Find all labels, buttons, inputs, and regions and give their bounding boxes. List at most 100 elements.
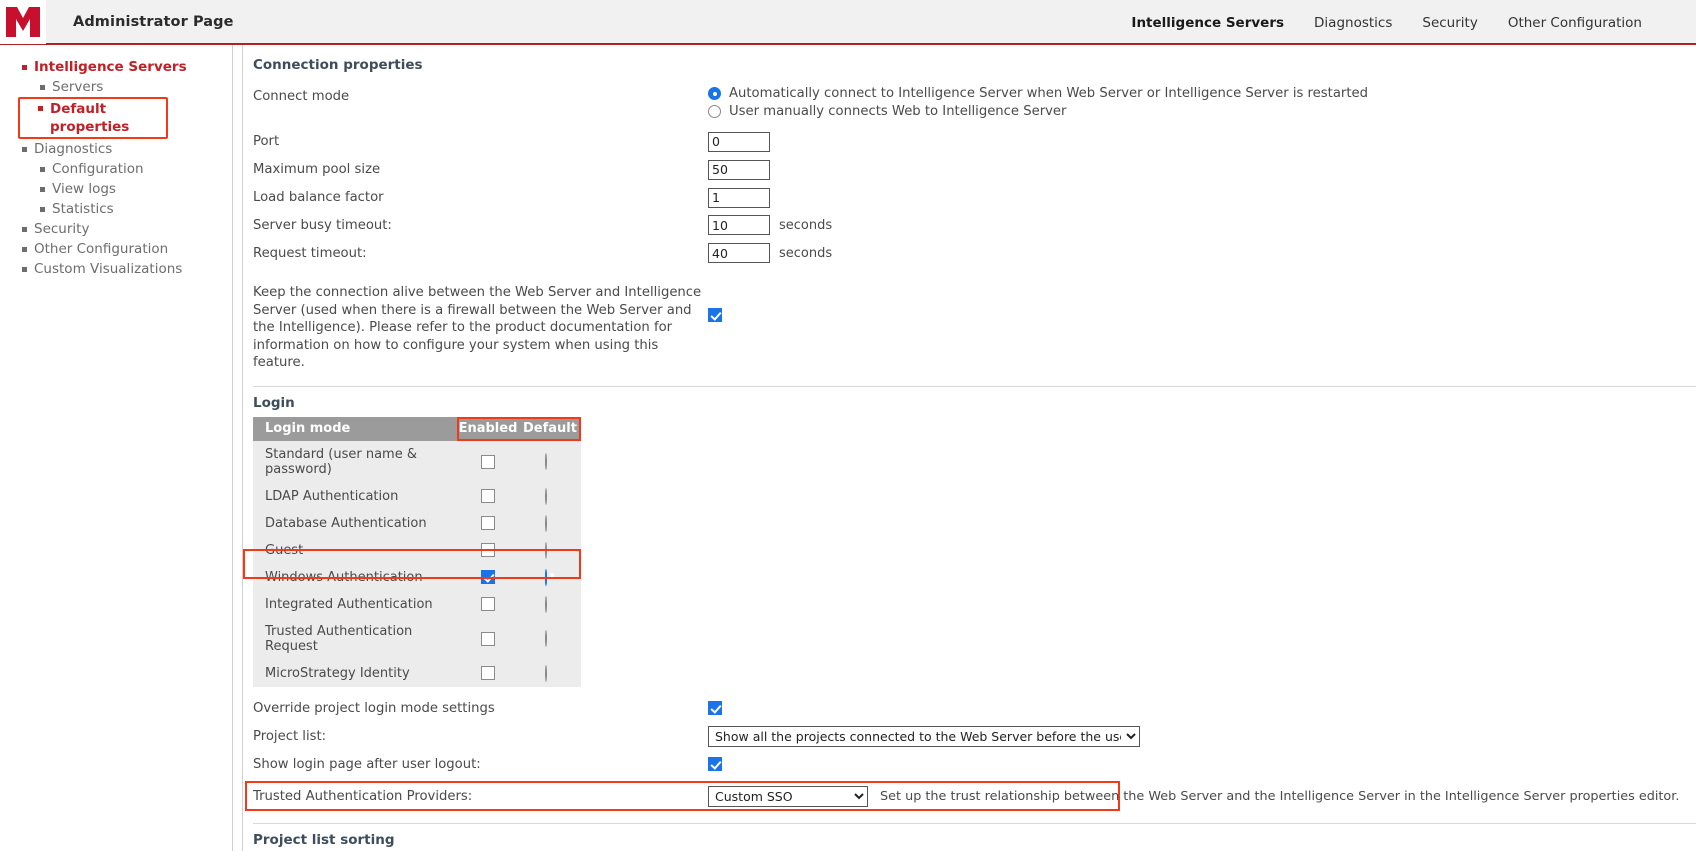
- connect-mode-manual-option[interactable]: User manually connects Web to Intelligen…: [708, 104, 1696, 119]
- keep-alive-row: Keep the connection alive between the We…: [243, 282, 1696, 372]
- server-busy-timeout-label: Server busy timeout:: [253, 218, 392, 233]
- table-row: Trusted Authentication Request: [253, 618, 581, 660]
- project-list-select[interactable]: Show all the projects connected to the W…: [708, 725, 1140, 747]
- top-nav-intelligence-servers[interactable]: Intelligence Servers: [1131, 15, 1284, 31]
- default-radio-integrated[interactable]: [545, 595, 547, 613]
- bullet-icon: [22, 227, 27, 232]
- default-radio-guest[interactable]: [545, 541, 547, 559]
- server-busy-timeout-row: Server busy timeout: seconds: [243, 212, 1696, 240]
- show-login-page-row: Show login page after user logout:: [243, 751, 1696, 779]
- top-nav-overflow-item[interactable]: [1672, 15, 1682, 31]
- sidebar-item-view-logs[interactable]: View logs: [0, 179, 232, 199]
- main-content-inner: Connection properties Connect mode Autom…: [242, 45, 1696, 851]
- table-row: Database Authentication: [253, 510, 581, 537]
- default-radio-ldap[interactable]: [545, 487, 547, 505]
- request-timeout-input[interactable]: [708, 243, 770, 263]
- page-title: Administrator Page: [73, 13, 234, 30]
- server-busy-timeout-unit: seconds: [779, 217, 833, 233]
- project-list-row: Project list: Show all the projects conn…: [243, 723, 1696, 751]
- request-timeout-label: Request timeout:: [253, 246, 367, 261]
- default-radio-standard[interactable]: [545, 453, 547, 470]
- bullet-icon: [22, 267, 27, 272]
- sidebar-item-label: Diagnostics: [34, 141, 113, 157]
- port-input[interactable]: [708, 131, 770, 152]
- sidebar-item-label: Intelligence Servers: [34, 59, 187, 75]
- bullet-icon: [38, 106, 43, 111]
- bullet-icon: [40, 85, 45, 90]
- connect-mode-manual-label: User manually connects Web to Intelligen…: [729, 104, 1067, 119]
- login-mode-label: Integrated Authentication: [265, 596, 433, 612]
- enabled-checkbox-identity[interactable]: [481, 666, 495, 680]
- load-balance-factor-label: Load balance factor: [253, 190, 384, 205]
- default-radio-identity[interactable]: [545, 664, 547, 682]
- column-header-default: Default: [519, 416, 581, 441]
- request-timeout-row: Request timeout: seconds: [243, 240, 1696, 268]
- enabled-checkbox-trusted[interactable]: [481, 631, 495, 646]
- table-row: Guest: [253, 537, 581, 564]
- radio-manual-connect-icon[interactable]: [708, 105, 721, 118]
- login-mode-label: LDAP Authentication: [265, 488, 399, 504]
- override-project-login-checkbox[interactable]: [708, 701, 722, 715]
- enabled-cell: [457, 441, 519, 483]
- top-nav-security[interactable]: Security: [1422, 15, 1477, 31]
- sidebar-item-label: View logs: [52, 181, 116, 197]
- load-balance-factor-input[interactable]: [708, 187, 770, 208]
- override-project-login-control: [708, 695, 1696, 717]
- trusted-providers-label: Trusted Authentication Providers:: [253, 788, 473, 804]
- enabled-checkbox-integrated[interactable]: [481, 597, 495, 611]
- connection-properties-heading: Connection properties: [253, 57, 423, 73]
- max-pool-size-row: Maximum pool size: [243, 156, 1696, 184]
- default-radio-windows[interactable]: [545, 568, 547, 586]
- port-label: Port: [253, 134, 280, 149]
- connect-mode-auto-option[interactable]: Automatically connect to Intelligence Se…: [708, 86, 1696, 101]
- sidebar-item-label: Configuration: [52, 161, 144, 177]
- sidebar-item-label: Default properties: [50, 101, 130, 135]
- default-radio-trusted[interactable]: [545, 630, 547, 647]
- table-row: Integrated Authentication: [253, 591, 581, 618]
- enabled-cell: [457, 483, 519, 510]
- top-nav-diagnostics[interactable]: Diagnostics: [1314, 15, 1392, 31]
- sidebar-item-default-properties[interactable]: Default properties: [18, 97, 168, 139]
- default-cell: [519, 483, 581, 510]
- max-pool-size-control: [708, 156, 1696, 180]
- page-body: Intelligence Servers Servers Default pro…: [0, 45, 1696, 851]
- keep-alive-control: [708, 282, 1696, 323]
- table-row: LDAP Authentication: [253, 483, 581, 510]
- enabled-checkbox-windows[interactable]: [481, 570, 495, 584]
- sidebar-item-servers[interactable]: Servers: [0, 77, 232, 97]
- show-login-page-checkbox[interactable]: [708, 757, 722, 771]
- sidebar-item-intelligence-servers[interactable]: Intelligence Servers: [0, 57, 232, 77]
- bullet-icon: [40, 207, 45, 212]
- microstrategy-logo-icon: [6, 6, 40, 37]
- sidebar-item-custom-visualizations[interactable]: Custom Visualizations: [0, 259, 232, 279]
- enabled-checkbox-ldap[interactable]: [481, 489, 495, 503]
- max-pool-size-input[interactable]: [708, 159, 770, 180]
- max-pool-size-label: Maximum pool size: [253, 162, 381, 177]
- enabled-checkbox-standard[interactable]: [481, 454, 495, 469]
- sidebar-item-security[interactable]: Security: [0, 219, 232, 239]
- request-timeout-unit: seconds: [779, 245, 833, 261]
- sidebar-item-diagnostics[interactable]: Diagnostics: [0, 139, 232, 159]
- server-busy-timeout-input[interactable]: [708, 215, 770, 235]
- server-busy-timeout-control: seconds: [708, 212, 1696, 235]
- sidebar-item-label: Statistics: [52, 201, 114, 217]
- sidebar-item-statistics[interactable]: Statistics: [0, 199, 232, 219]
- default-cell: [519, 510, 581, 537]
- enabled-checkbox-database[interactable]: [481, 516, 495, 530]
- top-nav-other-configuration[interactable]: Other Configuration: [1508, 15, 1642, 31]
- keep-alive-checkbox[interactable]: [708, 307, 722, 322]
- keep-alive-description: Keep the connection alive between the We…: [253, 285, 702, 370]
- project-list-sorting-heading: Project list sorting: [253, 831, 395, 848]
- trusted-providers-select[interactable]: Custom SSO: [708, 785, 868, 807]
- sidebar-item-other-configuration[interactable]: Other Configuration: [0, 239, 232, 259]
- default-radio-database[interactable]: [545, 514, 547, 532]
- enabled-cell: [457, 591, 519, 618]
- default-cell: [519, 660, 581, 687]
- bullet-icon: [40, 187, 45, 192]
- enabled-checkbox-guest[interactable]: [481, 543, 495, 557]
- connect-mode-options: Automatically connect to Intelligence Se…: [708, 83, 1696, 122]
- login-mode-label: Standard (user name & password): [265, 446, 417, 477]
- sidebar-item-configuration[interactable]: Configuration: [0, 159, 232, 179]
- radio-auto-connect-icon[interactable]: [708, 87, 721, 100]
- app-header: Administrator Page Intelligence Servers …: [0, 0, 1696, 45]
